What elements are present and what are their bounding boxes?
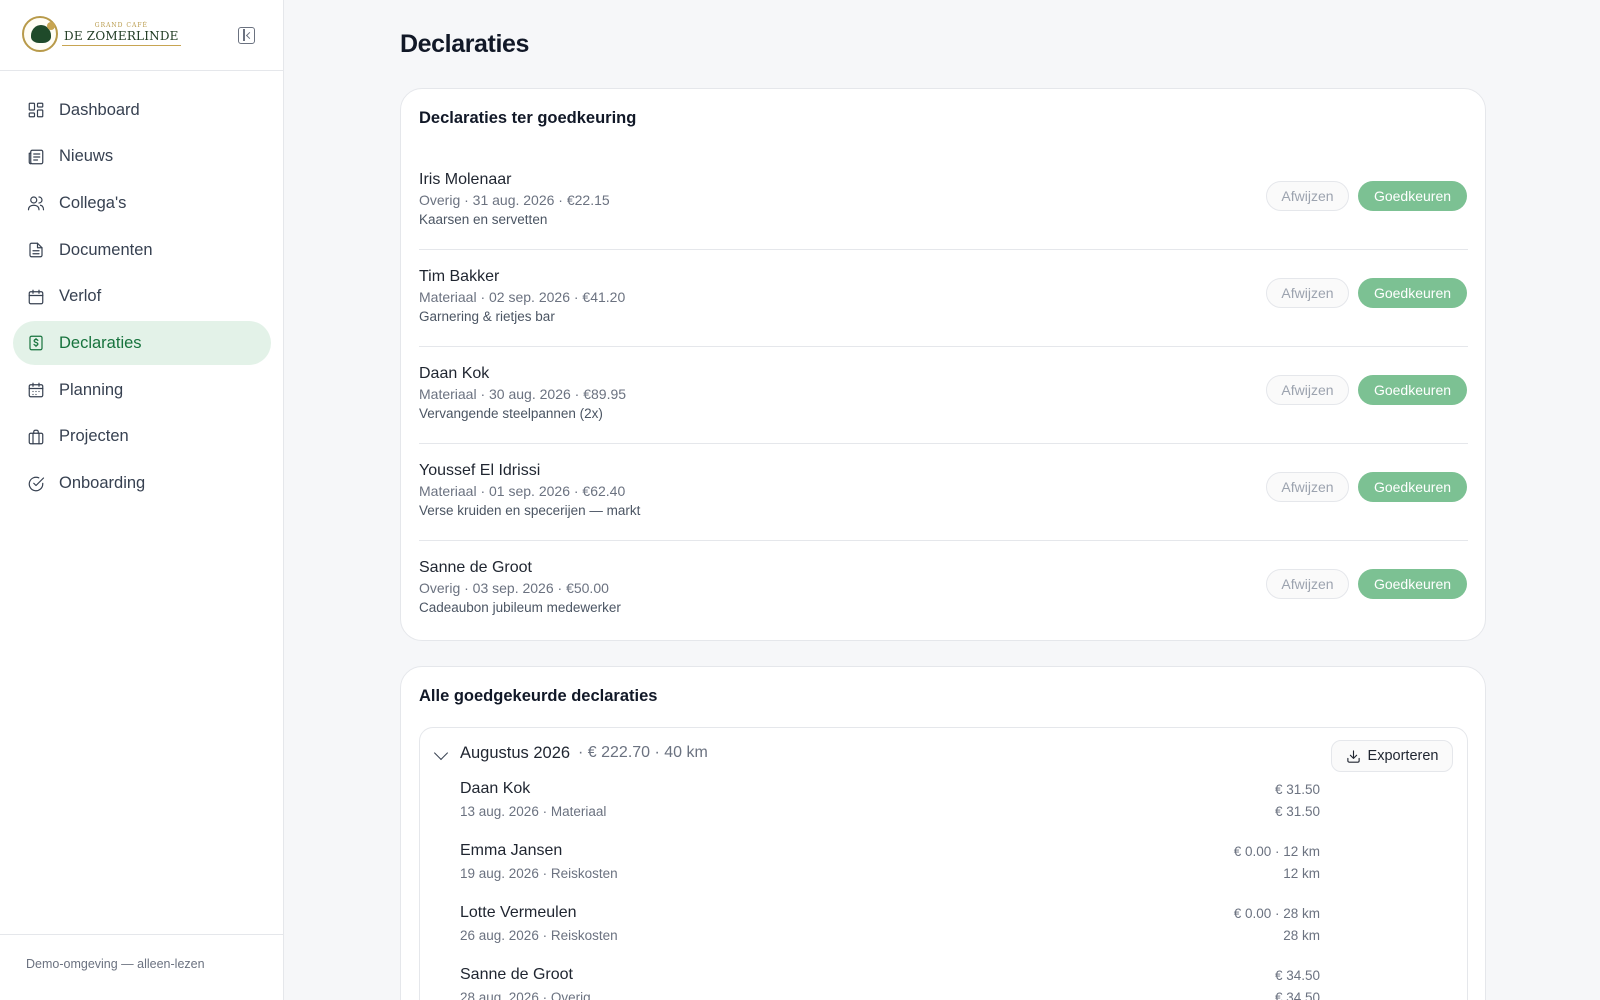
card-title: Alle goedgekeurde declaraties bbox=[419, 687, 658, 705]
employee-name: Sanne de Groot bbox=[460, 966, 573, 983]
reject-button[interactable]: Afwijzen bbox=[1266, 278, 1349, 308]
entry-subtotal: € 31.50 bbox=[1274, 804, 1320, 819]
sidebar-item-projecten[interactable]: Projecten bbox=[13, 415, 271, 459]
calendar-icon bbox=[26, 287, 46, 307]
declaration-description: Garnering & rietjes bar bbox=[419, 309, 555, 324]
entry-amount: € 34.50 bbox=[1274, 968, 1320, 983]
sidebar-nav: Dashboard Nieuws Collega's Documenten Ve… bbox=[13, 88, 271, 508]
pending-row: Daan Kok Materiaal · 30 aug. 2026 · €89.… bbox=[419, 347, 1468, 444]
declaration-description: Vervangende steelpannen (2x) bbox=[419, 406, 603, 421]
declaration-meta: Materiaal · 01 sep. 2026 · €62.40 bbox=[419, 483, 626, 499]
pending-declarations-card: Declaraties ter goedkeuring Iris Molenaa… bbox=[400, 88, 1486, 641]
sidebar-item-label: Nieuws bbox=[59, 147, 114, 166]
employee-name: Iris Molenaar bbox=[419, 171, 512, 188]
employee-name: Tim Bakker bbox=[419, 268, 500, 285]
declaration-description: Kaarsen en servetten bbox=[419, 212, 548, 227]
declaration-description: Verse kruiden en specerijen — markt bbox=[419, 503, 641, 518]
entry-subtotal: € 34.50 bbox=[1274, 990, 1320, 1000]
sidebar-item-label: Projecten bbox=[59, 427, 129, 446]
approve-button[interactable]: Goedkeuren bbox=[1358, 181, 1467, 211]
sidebar-item-label: Onboarding bbox=[59, 474, 146, 492]
sidebar-item-verlof[interactable]: Verlof bbox=[13, 275, 271, 319]
pending-row: Sanne de Groot Overig · 03 sep. 2026 · €… bbox=[419, 541, 1468, 638]
declaration-meta: Materiaal · 30 aug. 2026 · €89.95 bbox=[419, 386, 627, 402]
brand-header: GRAND CAFÉ DE ZOMERLINDE bbox=[0, 0, 283, 71]
entry-amount: € 0.00 · 28 km bbox=[1233, 906, 1320, 921]
approve-button[interactable]: Goedkeuren bbox=[1358, 278, 1467, 308]
employee-name: Youssef El Idrissi bbox=[419, 462, 541, 479]
logo-name: DE ZOMERLINDE bbox=[62, 29, 181, 46]
sidebar-item-declaraties[interactable]: Declaraties bbox=[13, 321, 271, 366]
employee-name: Sanne de Groot bbox=[419, 559, 532, 576]
entry-amount: € 31.50 bbox=[1274, 782, 1320, 797]
entry-subtotal: 28 km bbox=[1283, 928, 1320, 943]
employee-name: Daan Kok bbox=[419, 365, 490, 382]
declaration-description: Cadeaubon jubileum medewerker bbox=[419, 600, 621, 615]
receipt-icon bbox=[26, 333, 46, 353]
pending-row: Iris Molenaar Overig · 31 aug. 2026 · €2… bbox=[419, 153, 1468, 250]
logo-subtitle: GRAND CAFÉ bbox=[94, 22, 148, 29]
chevron-down-icon[interactable] bbox=[433, 745, 449, 761]
sidebar-item-onboarding[interactable]: Onboarding bbox=[13, 462, 271, 506]
entry-meta: 28 aug. 2026 · Overig bbox=[460, 990, 591, 1000]
approved-declarations-card: Alle goedgekeurde declaraties Augustus 2… bbox=[400, 666, 1486, 1000]
sidebar: GRAND CAFÉ DE ZOMERLINDE Dashboard Nieuw… bbox=[0, 0, 284, 1000]
entry-meta: 19 aug. 2026 · Reiskosten bbox=[460, 866, 618, 881]
reject-button[interactable]: Afwijzen bbox=[1266, 569, 1349, 599]
entry-meta: 13 aug. 2026 · Materiaal bbox=[460, 804, 607, 819]
sidebar-item-planning[interactable]: Planning bbox=[13, 368, 271, 412]
list-item: Sanne de Groot 28 aug. 2026 · Overig € 3… bbox=[460, 966, 1320, 1000]
reject-button[interactable]: Afwijzen bbox=[1266, 472, 1349, 502]
briefcase-icon bbox=[26, 427, 46, 447]
reject-button[interactable]: Afwijzen bbox=[1266, 181, 1349, 211]
declaration-meta: Overig · 03 sep. 2026 · €50.00 bbox=[419, 580, 609, 596]
sidebar-item-dashboard[interactable]: Dashboard bbox=[13, 88, 271, 132]
card-title: Declaraties ter goedkeuring bbox=[419, 109, 637, 127]
sidebar-item-label: Planning bbox=[59, 380, 124, 399]
employee-name: Emma Jansen bbox=[460, 842, 563, 859]
approve-button[interactable]: Goedkeuren bbox=[1358, 375, 1467, 405]
calendar-grid-icon bbox=[26, 380, 46, 400]
linden-leaf-icon bbox=[22, 16, 58, 52]
export-label: Exporteren bbox=[1367, 748, 1439, 764]
pending-row: Tim Bakker Materiaal · 02 sep. 2026 · €4… bbox=[419, 250, 1468, 347]
list-item: Lotte Vermeulen 26 aug. 2026 · Reiskoste… bbox=[460, 904, 1320, 966]
collapse-sidebar-icon[interactable] bbox=[238, 27, 255, 44]
declaration-meta: Materiaal · 02 sep. 2026 · €41.20 bbox=[419, 289, 626, 305]
sidebar-item-nieuws[interactable]: Nieuws bbox=[13, 135, 271, 179]
sidebar-item-label: Verlof bbox=[59, 287, 102, 306]
employee-name: Lotte Vermeulen bbox=[460, 904, 577, 921]
sidebar-item-collegas[interactable]: Collega's bbox=[13, 181, 271, 225]
list-item: Daan Kok 13 aug. 2026 · Materiaal € 31.5… bbox=[460, 780, 1320, 842]
sidebar-item-label: Dashboard bbox=[59, 100, 140, 119]
page-title: Declaraties bbox=[400, 30, 530, 58]
list-item: Emma Jansen 19 aug. 2026 · Reiskosten € … bbox=[460, 842, 1320, 904]
month-name[interactable]: Augustus 2026 bbox=[460, 744, 570, 763]
reject-button[interactable]: Afwijzen bbox=[1266, 375, 1349, 405]
employee-name: Daan Kok bbox=[460, 780, 531, 797]
demo-notice: Demo-omgeving — alleen-lezen bbox=[0, 934, 283, 1000]
check-circle-icon bbox=[26, 474, 46, 494]
export-button[interactable]: Exporteren bbox=[1331, 740, 1453, 772]
users-icon bbox=[26, 193, 46, 213]
sidebar-item-documenten[interactable]: Documenten bbox=[13, 228, 271, 272]
logo[interactable]: GRAND CAFÉ DE ZOMERLINDE bbox=[22, 16, 181, 52]
document-icon bbox=[26, 240, 46, 260]
approve-button[interactable]: Goedkeuren bbox=[1358, 472, 1467, 502]
download-icon bbox=[1346, 749, 1360, 763]
entry-meta: 26 aug. 2026 · Reiskosten bbox=[460, 928, 618, 943]
approve-button[interactable]: Goedkeuren bbox=[1358, 569, 1467, 599]
month-group: Augustus 2026 · € 222.70 · 40 km Exporte… bbox=[419, 727, 1468, 1000]
pending-row: Youssef El Idrissi Materiaal · 01 sep. 2… bbox=[419, 444, 1468, 541]
entry-amount: € 0.00 · 12 km bbox=[1233, 844, 1320, 859]
dashboard-icon bbox=[26, 100, 46, 120]
month-summary: · € 222.70 · 40 km bbox=[578, 744, 708, 761]
newspaper-icon bbox=[26, 147, 46, 167]
entry-subtotal: 12 km bbox=[1283, 866, 1320, 881]
declaration-meta: Overig · 31 aug. 2026 · €22.15 bbox=[419, 192, 610, 208]
sidebar-item-label: Collega's bbox=[59, 193, 127, 212]
sidebar-item-label: Documenten bbox=[59, 240, 153, 259]
sidebar-item-label: Declaraties bbox=[59, 333, 142, 352]
